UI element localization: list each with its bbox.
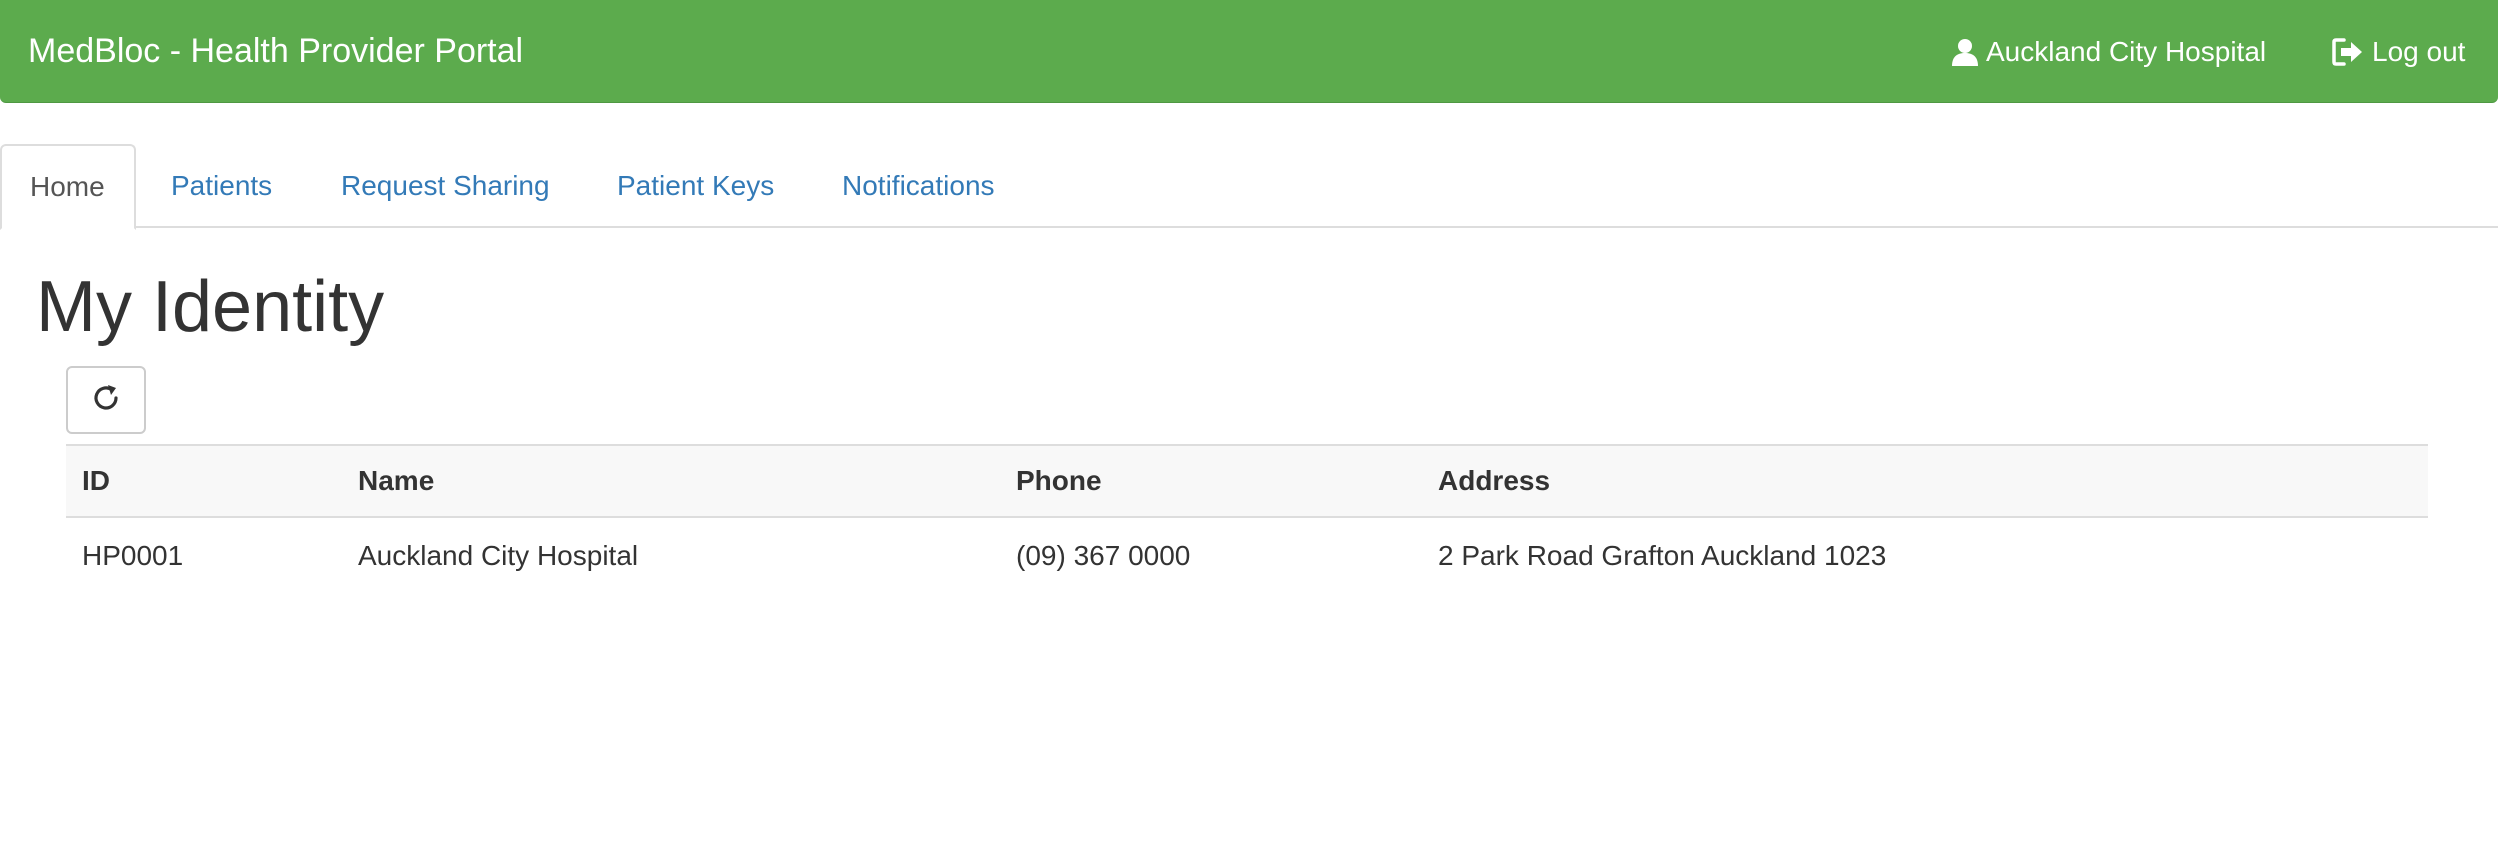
logout-label: Log out (2372, 35, 2466, 67)
column-header-id: ID (66, 444, 342, 518)
tab-notifications[interactable]: Notifications (842, 144, 995, 228)
refresh-button[interactable] (66, 366, 146, 434)
table-row: HP0001 Auckland City Hospital (09) 367 0… (66, 517, 2428, 594)
column-header-phone: Phone (1000, 444, 1422, 518)
brand-title[interactable]: MedBloc - Health Provider Portal (28, 0, 523, 103)
table-header-row: ID Name Phone Address (66, 444, 2428, 518)
user-icon (1952, 38, 1986, 66)
tab-patients[interactable]: Patients (171, 144, 272, 228)
tab-home[interactable]: Home (0, 144, 136, 230)
column-header-name: Name (342, 444, 1000, 518)
top-navbar: MedBloc - Health Provider Portal Aucklan… (0, 0, 2498, 103)
cell-id: HP0001 (82, 540, 184, 571)
page-title: My Identity (36, 267, 385, 347)
cell-name: Auckland City Hospital (358, 540, 639, 571)
tab-request-sharing[interactable]: Request Sharing (341, 144, 550, 228)
identity-table: ID Name Phone Address HP0001 Auckland Ci… (66, 444, 2428, 594)
logout-button[interactable]: Log out (2332, 0, 2465, 103)
tab-patient-keys[interactable]: Patient Keys (617, 144, 774, 228)
cell-address: 2 Park Road Grafton Auckland 1023 (1438, 540, 1887, 571)
current-user-link[interactable]: Auckland City Hospital (1952, 0, 2266, 103)
column-header-address: Address (1422, 444, 2428, 518)
current-user-label: Auckland City Hospital (1986, 35, 2267, 67)
refresh-icon (91, 383, 121, 418)
cell-phone: (09) 367 0000 (1016, 540, 1191, 571)
main-tabs: Home Patients Request Sharing Patient Ke… (0, 144, 2498, 230)
log-out-icon (2332, 37, 2372, 66)
